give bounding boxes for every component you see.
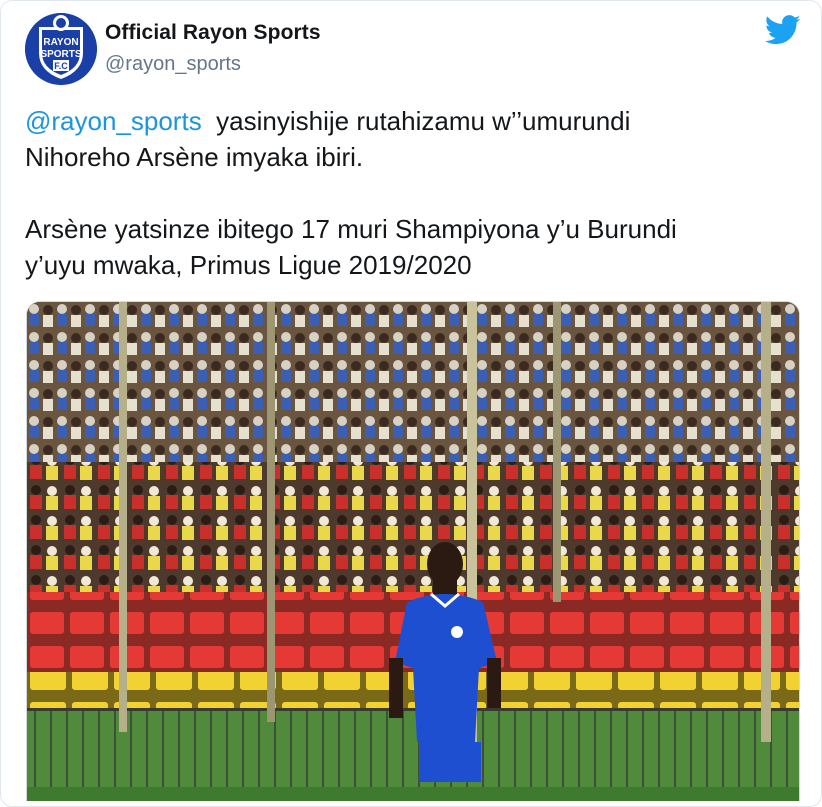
mention-link[interactable]: @rayon_sports <box>25 106 202 136</box>
crest-text-top: RAYON <box>43 37 78 48</box>
tweet-line-3: Arsène yatsinze ibitego 17 muri Shampiyo… <box>25 214 677 244</box>
tweet-card[interactable]: RAYON SPORTS F.C Official Rayon Sports @… <box>0 0 822 807</box>
tweet-line-1-rest: yasinyishije rutahizamu w’’umurundi <box>201 106 631 136</box>
rayon-sports-crest-icon: RAYON SPORTS F.C <box>25 13 97 85</box>
tweet-text: @rayon_sports yasinyishije rutahizamu w’… <box>25 103 805 283</box>
crest-text-bot: F.C <box>54 61 68 71</box>
stadium-photo <box>27 302 799 801</box>
crest-text-mid: SPORTS <box>40 49 81 60</box>
tweet-line-2: Nihoreho Arsène imyaka ibiri. <box>25 142 364 172</box>
handle[interactable]: @rayon_sports <box>105 53 241 76</box>
tweet-line-4: y’uyu mwaka, Primus Ligue 2019/2020 <box>25 250 472 280</box>
display-name[interactable]: Official Rayon Sports <box>105 21 321 45</box>
tweet-photo[interactable] <box>26 301 800 801</box>
twitter-bird-icon[interactable] <box>765 15 801 45</box>
tweet-line-1: @rayon_sports yasinyishije rutahizamu w’… <box>25 103 805 139</box>
avatar[interactable]: RAYON SPORTS F.C <box>25 13 97 85</box>
